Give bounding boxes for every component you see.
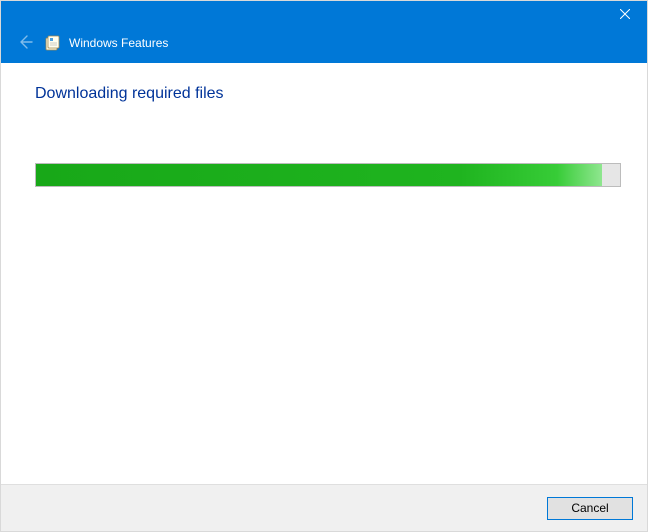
back-button	[11, 29, 39, 57]
title-row: Windows Features	[45, 33, 168, 53]
arrow-left-icon	[17, 34, 33, 53]
content-area: Downloading required files	[1, 63, 647, 484]
dialog-window: Windows Features Downloading required fi…	[0, 0, 648, 532]
progress-fill	[36, 164, 602, 186]
close-button[interactable]	[602, 1, 647, 29]
titlebar: Windows Features	[1, 1, 647, 63]
close-icon	[620, 8, 630, 22]
progress-bar	[35, 163, 621, 187]
dialog-footer: Cancel	[1, 484, 647, 531]
windows-features-icon	[45, 35, 61, 51]
cancel-button[interactable]: Cancel	[547, 497, 633, 520]
dialog-title: Windows Features	[69, 33, 168, 53]
page-heading: Downloading required files	[35, 85, 619, 103]
